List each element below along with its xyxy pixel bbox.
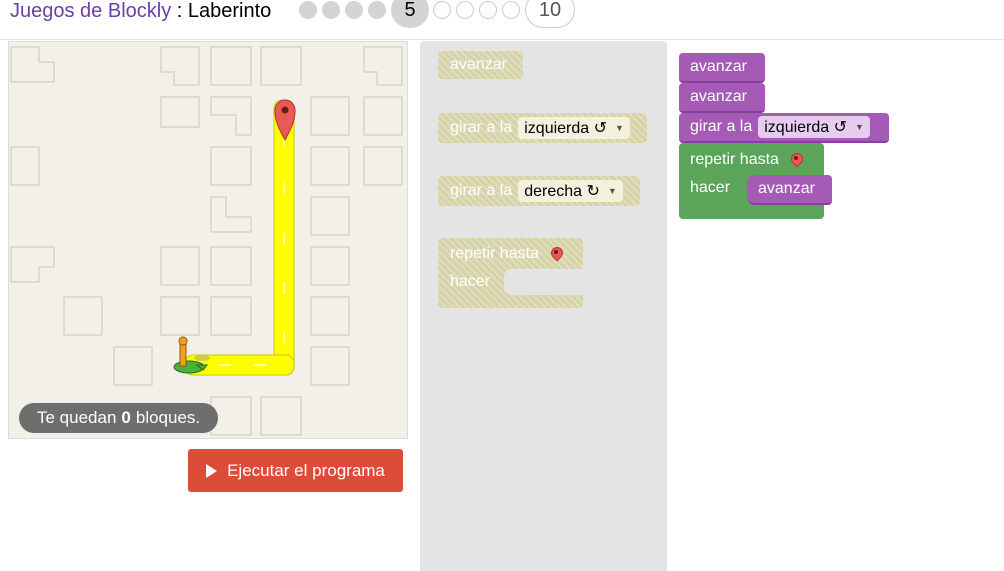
workspace-move-forward-block-2[interactable]: avanzar: [679, 83, 765, 113]
game-name: Laberinto: [187, 0, 272, 22]
dropdown-caret-icon: ▼: [855, 122, 864, 132]
direction-dropdown[interactable]: derecha ↻ ▼: [518, 180, 623, 202]
do-label: hacer: [450, 273, 491, 290]
capacity-prefix: Te quedan: [37, 408, 117, 427]
title-separator: :: [171, 0, 188, 22]
play-icon: [206, 463, 218, 478]
direction-dropdown[interactable]: izquierda ↺ ▼: [518, 117, 630, 139]
page-title: Juegos de Blockly : Laberinto: [10, 0, 271, 23]
maze-board: Te quedan 0 bloques.: [8, 41, 408, 439]
block-label: girar a la: [450, 119, 513, 136]
dropdown-value: derecha ↻: [524, 183, 600, 200]
marker-icon: [791, 153, 801, 167]
maze-walls: [10, 46, 403, 436]
toolbox-turn-left-block[interactable]: girar a la izquierda ↺ ▼: [438, 113, 647, 143]
current-level-pill[interactable]: 5: [391, 0, 429, 28]
block-label: avanzar: [450, 56, 507, 73]
last-level-pill[interactable]: 10: [525, 0, 575, 28]
level-dot-7[interactable]: [456, 1, 474, 19]
workspace-move-forward-block-1[interactable]: avanzar: [679, 53, 765, 83]
run-program-button[interactable]: Ejecutar el programa: [188, 449, 403, 492]
block-label: girar a la: [450, 182, 513, 199]
marker-icon: [551, 247, 561, 261]
block-label: avanzar: [758, 180, 815, 197]
block-label: avanzar: [690, 58, 747, 75]
level-dot-8[interactable]: [479, 1, 497, 19]
direction-dropdown[interactable]: izquierda ↺ ▼: [758, 116, 870, 138]
maze-path: [184, 99, 295, 376]
run-program-label: Ejecutar el programa: [227, 460, 385, 480]
block-label: repetir hasta: [450, 245, 539, 262]
remaining-blocks-badge: Te quedan 0 bloques.: [19, 403, 219, 433]
toolbox-flyout: avanzar girar a la izquierda ↺ ▼ girar a…: [420, 41, 667, 571]
workspace-inner-move-forward-block[interactable]: avanzar: [747, 175, 832, 205]
dropdown-caret-icon: ▼: [615, 123, 624, 133]
workspace[interactable]: avanzar avanzar girar a la izquierda ↺ ▼…: [668, 41, 1004, 571]
statement-slot: [504, 269, 583, 295]
toolbox-turn-right-block[interactable]: girar a la derecha ↻ ▼: [438, 176, 640, 206]
level-dot-2[interactable]: [322, 1, 340, 19]
capacity-suffix: bloques.: [135, 408, 201, 427]
workspace-turn-left-block[interactable]: girar a la izquierda ↺ ▼: [679, 113, 889, 143]
level-dot-3[interactable]: [345, 1, 363, 19]
dropdown-value: izquierda ↺: [764, 119, 848, 136]
block-label: girar a la: [690, 118, 753, 135]
header: Juegos de Blockly : Laberinto 5 10: [0, 0, 1004, 40]
toolbox-move-forward-block[interactable]: avanzar: [438, 51, 523, 79]
capacity-count: 0: [121, 408, 131, 427]
dropdown-value: izquierda ↺: [524, 120, 608, 137]
level-dot-4[interactable]: [368, 1, 386, 19]
maze-svg: [10, 46, 403, 436]
toolbox-repeat-until-block[interactable]: repetir hasta hacer: [438, 238, 583, 308]
dropdown-caret-icon: ▼: [607, 186, 617, 196]
level-dot-9[interactable]: [502, 1, 520, 19]
level-dot-6[interactable]: [433, 1, 451, 19]
app-name-link[interactable]: Juegos de Blockly: [10, 0, 171, 22]
do-label: hacer: [690, 179, 731, 196]
block-label: repetir hasta: [690, 151, 779, 168]
level-dot-1[interactable]: [299, 1, 317, 19]
block-label: avanzar: [690, 88, 747, 105]
